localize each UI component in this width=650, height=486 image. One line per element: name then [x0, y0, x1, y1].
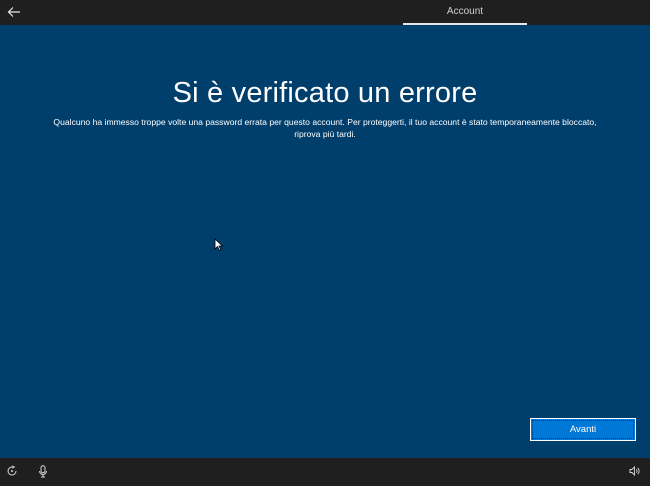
- oobe-screen: Account Si è verificato un errore Qualcu…: [0, 0, 650, 486]
- next-button-label: Avanti: [569, 424, 597, 435]
- tab-account[interactable]: Account: [403, 0, 527, 25]
- volume-button[interactable]: [628, 464, 642, 478]
- next-button[interactable]: Avanti: [530, 418, 636, 441]
- ease-of-access-icon: [7, 465, 17, 476]
- microphone-button[interactable]: [36, 464, 50, 478]
- top-bar: Account: [0, 0, 650, 25]
- bottom-bar: [0, 458, 650, 486]
- back-button[interactable]: [4, 2, 24, 22]
- mouse-pointer-icon: [214, 238, 224, 252]
- error-message: Qualcuno ha immesso troppe volte una pas…: [53, 117, 597, 139]
- volume-icon: [629, 465, 640, 477]
- microphone-icon: [39, 464, 47, 477]
- ease-of-access-button[interactable]: [5, 464, 19, 478]
- page-title: Si è verificato un errore: [172, 77, 478, 109]
- back-arrow-icon: [7, 7, 20, 17]
- tab-account-label: Account: [446, 6, 484, 17]
